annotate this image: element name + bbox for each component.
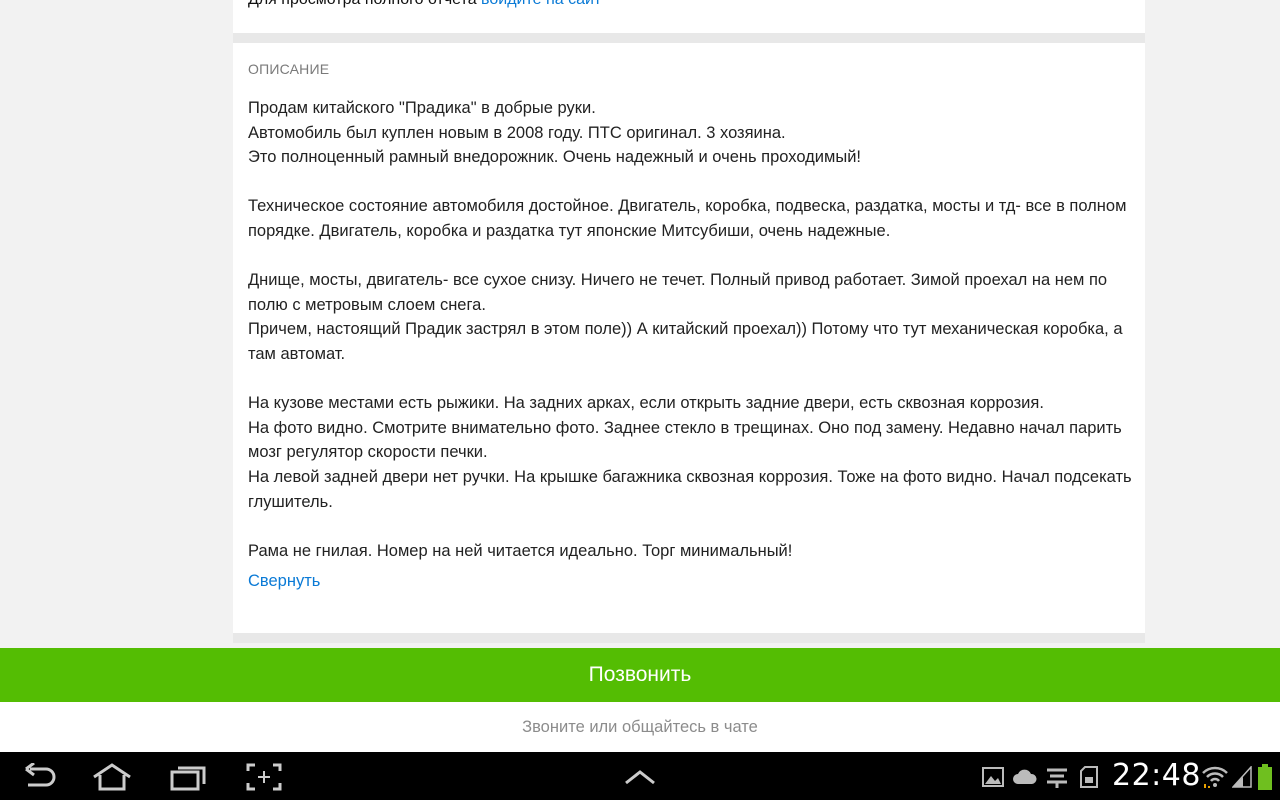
status-clock: 22:48 (1112, 758, 1201, 793)
listing-page: Для просмотра полного отчета войдите на … (0, 0, 1280, 648)
description-line: Причем, настоящий Прадик застрял в этом … (248, 320, 1123, 363)
description-blank-line (248, 367, 1133, 392)
signal-icon (1232, 760, 1252, 794)
contact-hint-text: Звоните или общайтесь в чате (522, 717, 758, 736)
description-blank-line (248, 514, 1133, 539)
divider (233, 33, 1145, 43)
description-blank-line (248, 244, 1133, 269)
cloud-icon[interactable] (1012, 760, 1038, 794)
recent-apps-icon[interactable] (168, 760, 208, 794)
description-line: На левой задней двери нет ручки. На крыш… (248, 467, 1132, 511)
description-line: Автомобиль был куплен новым в 2008 году.… (248, 123, 786, 142)
description-line: На фото видно. Смотрите внимательно фото… (248, 418, 1122, 462)
description-line: Днище, мосты, двигатель- все сухое снизу… (248, 271, 1108, 314)
description-line: Техническое состояние автомобиля достойн… (248, 197, 1127, 240)
menu-up-icon[interactable] (622, 760, 658, 794)
screenshot-icon[interactable] (245, 760, 283, 794)
description-text: Продам китайского "Прадика" в добрые рук… (248, 96, 1133, 563)
divider (233, 633, 1145, 643)
description-line: Рама не гнилая. Номер на ней читается ид… (248, 541, 793, 560)
contact-hint: Звоните или общайтесь в чате (0, 702, 1280, 752)
call-button[interactable]: Позвонить (0, 648, 1280, 702)
back-icon[interactable] (18, 760, 60, 794)
system-navigation-bar (0, 752, 1280, 800)
login-link[interactable]: войдите на сайт (481, 0, 601, 8)
description-line: Это полноценный рамный внедорожник. Очен… (248, 148, 861, 167)
report-notice: Для просмотра полного отчета войдите на … (248, 0, 601, 9)
description-line: Продам китайского "Прадика" в добрые рук… (248, 99, 596, 117)
battery-icon (1258, 760, 1272, 794)
report-prefix: Для просмотра полного отчета (248, 0, 477, 8)
wifi-icon (1202, 760, 1228, 794)
home-icon[interactable] (90, 760, 134, 794)
section-title: ОПИСАНИЕ (248, 61, 330, 77)
collapse-link[interactable]: Свернуть (248, 572, 320, 591)
notification-icon[interactable] (1045, 760, 1069, 794)
description-line: На кузове местами есть рыжики. На задних… (248, 394, 1044, 413)
gallery-icon[interactable] (982, 760, 1004, 794)
description-blank-line (248, 170, 1133, 195)
description-card: ОПИСАНИЕ Продам китайского "Прадика" в д… (233, 43, 1145, 633)
report-card: Для просмотра полного отчета войдите на … (233, 0, 1145, 33)
sd-card-icon[interactable] (1080, 760, 1098, 794)
